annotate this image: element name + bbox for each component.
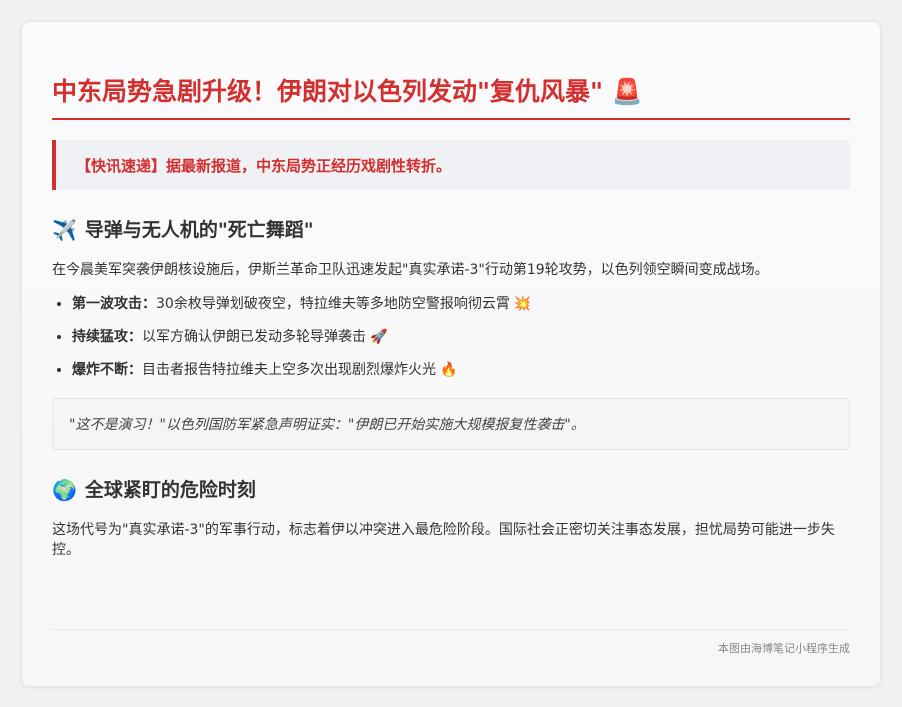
collision-icon: 💥 <box>513 296 532 312</box>
section-heading-global: 🌍 全球紧盯的危险时刻 <box>52 476 850 504</box>
list-item: 爆炸不断：目击者报告特拉维夫上空多次出现剧烈爆炸火光🔥 <box>72 360 850 380</box>
list-item-text: 30余枚导弹划破夜空，特拉维夫等多地防空警报响彻云霄 <box>156 296 510 312</box>
list-item-text: 以军方确认伊朗已发动多轮导弹袭击 <box>142 329 366 345</box>
list-item: 持续猛攻：以军方确认伊朗已发动多轮导弹袭击🚀 <box>72 327 850 347</box>
section-heading-text: 全球紧盯的危险时刻 <box>84 479 256 501</box>
list-item: 第一波攻击：30余枚导弹划破夜空，特拉维夫等多地防空警报响彻云霄💥 <box>72 294 850 314</box>
fire-icon: 🔥 <box>440 362 458 378</box>
airplane-icon: ✈️ <box>52 218 77 242</box>
quote-text: "这不是演习！"以色列国防军紧急声明证实："伊朗已开始实施大规模报复性袭击"。 <box>69 417 585 433</box>
section-body: 这场代号为"真实承诺-3"的军事行动，标志着伊以冲突进入最危险阶段。国际社会正密… <box>52 522 835 558</box>
section-heading-text: 导弹与无人机的"死亡舞蹈" <box>84 219 314 241</box>
list-item-label: 第一波攻击： <box>72 296 156 312</box>
list-item-label: 持续猛攻： <box>72 329 142 345</box>
list-item-text: 目击者报告特拉维夫上空多次出现剧烈爆炸火光 <box>142 362 436 378</box>
flash-callout: 【快讯速递】据最新报道，中东局势正经历戏剧性转折。 <box>52 140 850 190</box>
attack-list: 第一波攻击：30余枚导弹划破夜空，特拉维夫等多地防空警报响彻云霄💥 持续猛攻：以… <box>52 294 850 380</box>
flash-text: 【快讯速递】据最新报道，中东局势正经历戏剧性转折。 <box>76 156 452 175</box>
section-intro: 在今晨美军突袭伊朗核设施后，伊斯兰革命卫队迅速发起"真实承诺-3"行动第19轮攻… <box>52 262 769 278</box>
quote-block: "这不是演习！"以色列国防军紧急声明证实："伊朗已开始实施大规模报复性袭击"。 <box>52 398 850 450</box>
rocket-icon: 🚀 <box>370 329 388 345</box>
list-item-label: 爆炸不断： <box>72 362 142 378</box>
section-heading-missiles: ✈️ 导弹与无人机的"死亡舞蹈" <box>52 216 850 244</box>
globe-icon: 🌍 <box>52 478 77 502</box>
article-title: 中东局势急剧升级！伊朗对以色列发动"复仇风暴" 🚨 <box>52 74 850 120</box>
article-card: 中东局势急剧升级！伊朗对以色列发动"复仇风暴" 🚨 【快讯速递】据最新报道，中东… <box>21 21 881 687</box>
footer-credit: 本图由海博笔记小程序生成 <box>52 629 850 656</box>
